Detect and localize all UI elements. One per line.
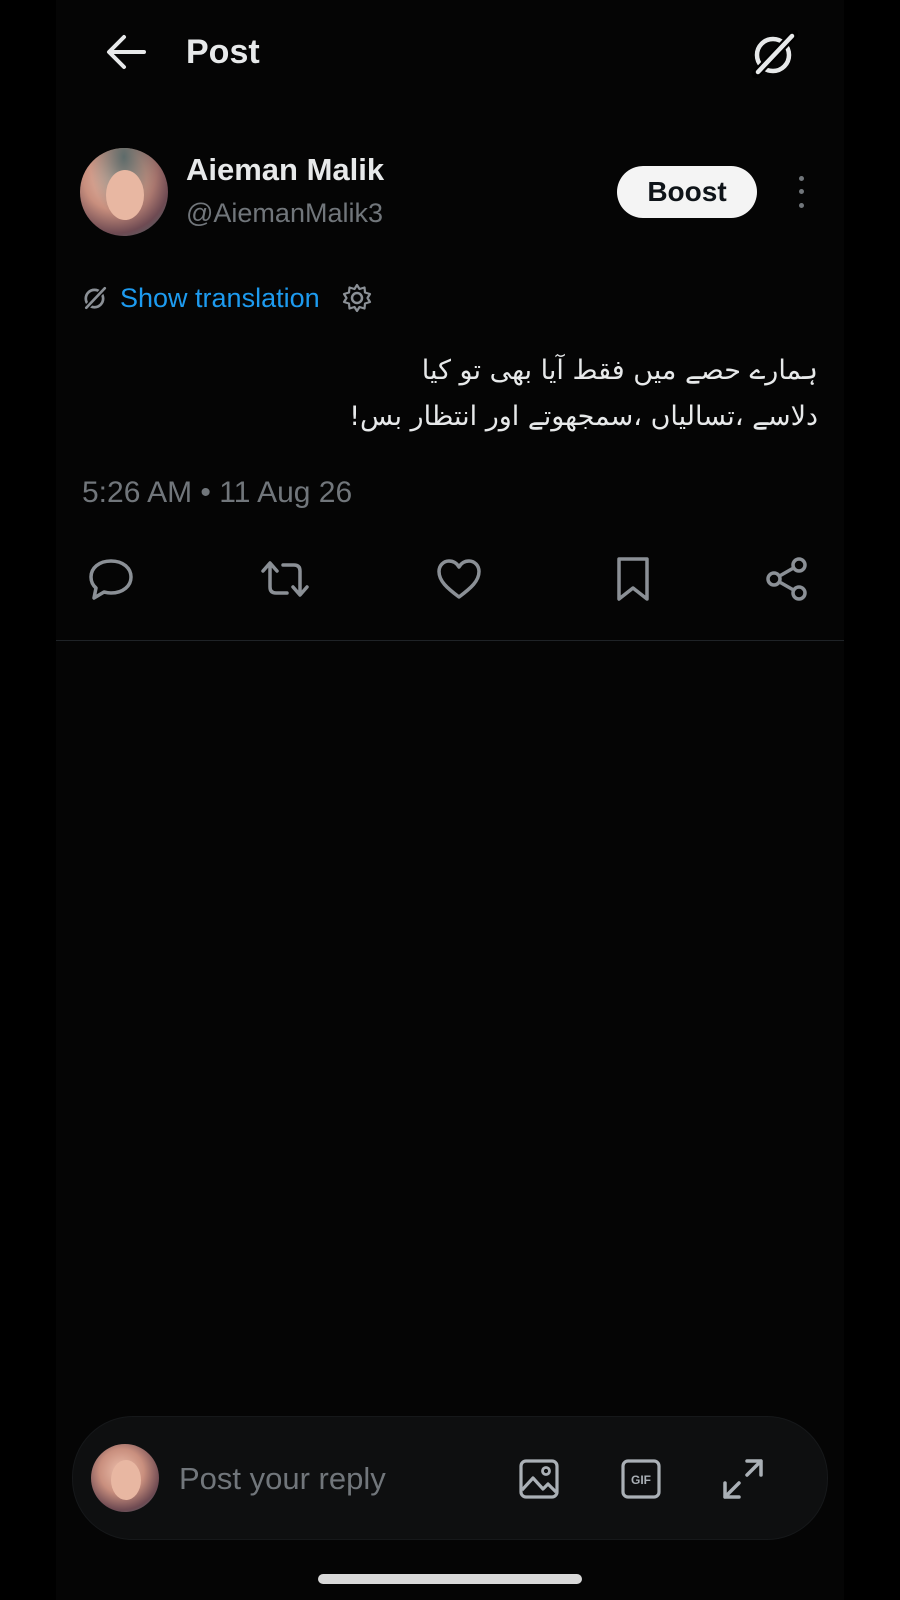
top-bar: Post xyxy=(0,0,900,104)
user-avatar xyxy=(91,1444,159,1512)
post-timestamp: 5:26 AM • 11 Aug 26 xyxy=(82,476,353,509)
media-button[interactable] xyxy=(513,1453,565,1505)
repost-button[interactable] xyxy=(255,548,315,610)
dot-icon xyxy=(798,189,804,195)
image-icon xyxy=(519,1459,559,1499)
more-options-button[interactable] xyxy=(790,172,812,212)
gif-label: GIF xyxy=(631,1473,651,1487)
like-button[interactable] xyxy=(429,548,489,610)
show-translation-link[interactable]: Show translation xyxy=(120,283,320,314)
reply-bar: GIF xyxy=(72,1416,828,1540)
expand-button[interactable] xyxy=(717,1453,769,1505)
back-button[interactable] xyxy=(100,28,150,76)
grok-icon xyxy=(751,30,798,78)
share-button[interactable] xyxy=(757,548,817,610)
divider xyxy=(56,640,844,641)
bookmark-icon xyxy=(617,557,649,601)
heart-icon xyxy=(437,559,481,599)
gif-icon: GIF xyxy=(621,1459,661,1499)
translate-row: Show translation xyxy=(82,280,372,316)
post-actions xyxy=(0,548,900,614)
arrow-left-icon xyxy=(107,35,146,69)
author-name[interactable]: Aieman Malik xyxy=(186,152,384,188)
post-screen: Post Aieman Malik @AiemanMalik3 Boost Sh… xyxy=(0,0,900,1600)
expand-icon xyxy=(723,1459,763,1499)
gear-icon[interactable] xyxy=(342,283,372,313)
author-avatar[interactable] xyxy=(80,148,168,236)
grok-button[interactable] xyxy=(746,26,802,82)
gif-button[interactable]: GIF xyxy=(615,1453,667,1505)
bookmark-button[interactable] xyxy=(603,548,663,610)
author-handle[interactable]: @AiemanMalik3 xyxy=(186,198,383,229)
dot-icon xyxy=(798,176,804,182)
dot-icon xyxy=(798,202,804,208)
comment-icon xyxy=(89,559,133,600)
post-text-line: ہمارے حصے میں فقط آیا بھی تو کیا xyxy=(421,355,818,386)
home-indicator[interactable] xyxy=(318,1574,582,1584)
reply-button[interactable] xyxy=(81,548,141,610)
reply-input[interactable] xyxy=(177,1453,481,1505)
content-panel xyxy=(56,0,844,1600)
grok-icon xyxy=(82,285,108,311)
boost-button[interactable]: Boost xyxy=(617,166,757,218)
post-text-line: دلاسے ،تسالیاں ،سمجھوتے اور انتظار بس! xyxy=(349,401,818,432)
page-title: Post xyxy=(186,33,260,71)
repost-icon xyxy=(261,561,309,597)
share-icon xyxy=(766,557,807,601)
post-text: ہمارے حصے میں فقط آیا بھی تو کیا دلاسے ،… xyxy=(82,348,818,440)
